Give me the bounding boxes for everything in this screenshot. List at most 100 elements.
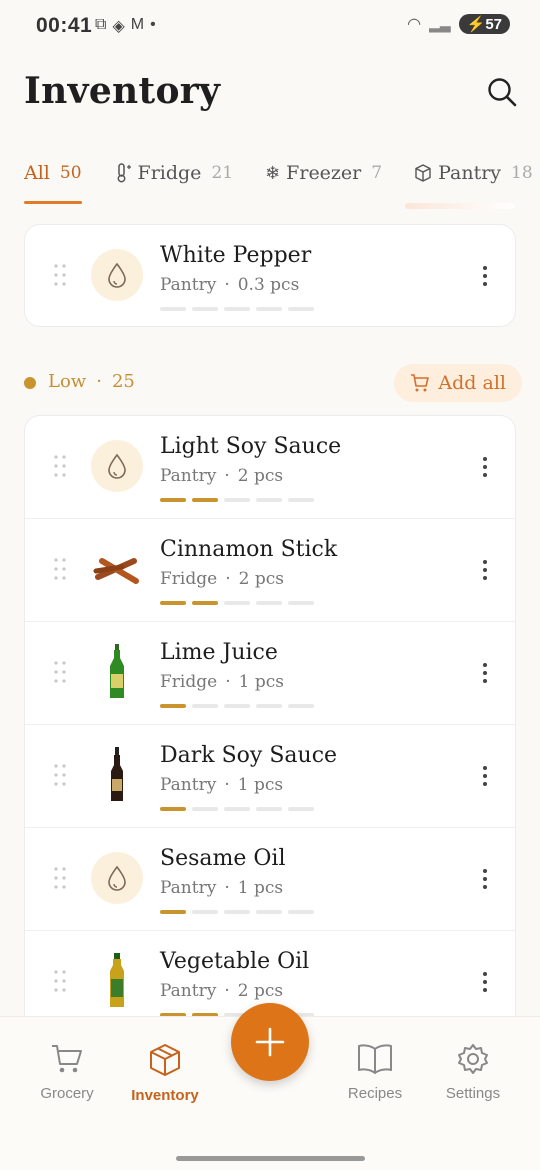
level-segment — [288, 307, 314, 311]
snowflake-icon: ❄ — [265, 162, 281, 184]
more-options-icon[interactable] — [481, 868, 489, 890]
tab-scroll-indicator — [405, 203, 515, 209]
tab-fridge[interactable]: Fridge 21 — [114, 158, 233, 188]
box-icon — [415, 164, 431, 182]
drag-handle-icon[interactable] — [53, 557, 67, 581]
book-icon — [358, 1044, 392, 1074]
tab-all[interactable]: All 50 — [24, 158, 82, 204]
item-name: White Pepper — [160, 243, 312, 268]
level-segment — [160, 498, 186, 502]
drag-handle-icon[interactable] — [53, 866, 67, 890]
more-options-icon[interactable] — [481, 765, 489, 787]
low-section-header: Low · 25 Add all — [24, 364, 522, 404]
stock-level-bar — [160, 807, 314, 811]
level-segment — [256, 307, 282, 311]
level-segment — [160, 601, 186, 605]
notification-icons: ⧉ ◈ M • — [95, 16, 156, 36]
vpn-icon: ◈ — [112, 18, 125, 35]
cart-icon — [52, 1045, 82, 1073]
stock-level-bar — [160, 704, 314, 708]
drag-handle-icon[interactable] — [53, 763, 67, 787]
level-segment — [256, 807, 282, 811]
item-meta: Pantry · 2 pcs — [160, 466, 284, 486]
level-segment — [224, 307, 250, 311]
more-notifications-icon: • — [150, 16, 156, 33]
level-segment — [288, 704, 314, 708]
list-item[interactable]: Light Soy Sauce Pantry · 2 pcs — [25, 416, 515, 519]
list-item[interactable]: Dark Soy Sauce Pantry · 1 pcs — [25, 725, 515, 828]
item-name: Vegetable Oil — [160, 949, 310, 974]
item-name: Cinnamon Stick — [160, 537, 338, 562]
item-name: Dark Soy Sauce — [160, 743, 338, 768]
nav-inventory[interactable]: Inventory — [115, 1043, 215, 1104]
status-time: 00:41 — [36, 14, 93, 37]
box-icon — [150, 1044, 180, 1076]
status-bar: 00:41 ⧉ ◈ M • ◠ ▂▃ ⚡57 — [0, 0, 540, 54]
item-meta: Fridge · 2 pcs — [160, 569, 284, 589]
level-segment — [224, 910, 250, 914]
stock-level-bar — [160, 307, 314, 311]
level-segment — [192, 307, 218, 311]
list-item[interactable]: Sesame Oil Pantry · 1 pcs — [25, 828, 515, 931]
tab-freezer[interactable]: ❄ Freezer 7 — [265, 158, 382, 188]
level-segment — [160, 704, 186, 708]
category-tabs: All 50 Fridge 21 ❄ Freezer 7 Pantry 18 — [24, 158, 540, 206]
more-options-icon[interactable] — [481, 456, 489, 478]
nav-settings[interactable]: Settings — [423, 1043, 523, 1102]
item-name: Sesame Oil — [160, 846, 286, 871]
drag-handle-icon[interactable] — [53, 969, 67, 993]
low-section-label: Low · 25 — [48, 371, 135, 392]
drag-handle-icon[interactable] — [53, 263, 67, 287]
item-meta: Pantry · 2 pcs — [160, 981, 284, 1001]
level-segment — [224, 807, 250, 811]
drag-handle-icon[interactable] — [53, 454, 67, 478]
level-segment — [288, 601, 314, 605]
list-item[interactable]: Lime Juice Fridge · 1 pcs — [25, 622, 515, 725]
more-options-icon[interactable] — [481, 662, 489, 684]
list-item[interactable]: White Pepper Pantry · 0.3 pcs — [25, 225, 515, 328]
page-header: Inventory — [24, 70, 520, 120]
level-segment — [256, 601, 282, 605]
more-options-icon[interactable] — [481, 265, 489, 287]
stock-level-bar — [160, 910, 314, 914]
stock-level-bar — [160, 498, 314, 502]
green-bottle-icon — [91, 644, 143, 698]
add-item-button[interactable] — [231, 1003, 309, 1081]
list-item[interactable]: Cinnamon Stick Fridge · 2 pcs — [25, 519, 515, 622]
thermometer-icon — [117, 163, 131, 183]
nav-recipes[interactable]: Recipes — [325, 1043, 425, 1102]
level-segment — [192, 704, 218, 708]
signal-icon: ▂▃ — [429, 15, 451, 32]
item-name: Lime Juice — [160, 640, 278, 665]
level-segment — [256, 704, 282, 708]
gear-icon — [458, 1044, 488, 1074]
level-segment — [224, 704, 250, 708]
plus-icon — [255, 1027, 285, 1057]
stock-level-bar — [160, 601, 314, 605]
tab-pantry[interactable]: Pantry 18 — [414, 158, 533, 188]
dark-bottle-icon — [91, 747, 143, 801]
home-indicator — [176, 1156, 365, 1161]
low-items-list: Light Soy Sauce Pantry · 2 pcs Cinnamon Stic… — [24, 415, 516, 1055]
drag-handle-icon[interactable] — [53, 660, 67, 684]
low-indicator-dot — [24, 377, 36, 389]
item-meta: Fridge · 1 pcs — [160, 672, 284, 692]
search-button[interactable] — [486, 76, 518, 108]
cart-icon — [411, 374, 430, 392]
level-segment — [160, 910, 186, 914]
level-segment — [192, 910, 218, 914]
level-segment — [192, 498, 218, 502]
item-name: Light Soy Sauce — [160, 434, 342, 459]
more-options-icon[interactable] — [481, 559, 489, 581]
oil-bottle-icon — [91, 953, 143, 1007]
level-segment — [160, 807, 186, 811]
item-meta: Pantry · 0.3 pcs — [160, 275, 300, 295]
add-all-button[interactable]: Add all — [394, 364, 522, 402]
more-options-icon[interactable] — [481, 971, 489, 993]
level-segment — [288, 498, 314, 502]
item-meta: Pantry · 1 pcs — [160, 878, 284, 898]
search-icon — [488, 78, 517, 107]
level-segment — [192, 807, 218, 811]
level-segment — [224, 601, 250, 605]
nav-grocery[interactable]: Grocery — [17, 1043, 117, 1102]
